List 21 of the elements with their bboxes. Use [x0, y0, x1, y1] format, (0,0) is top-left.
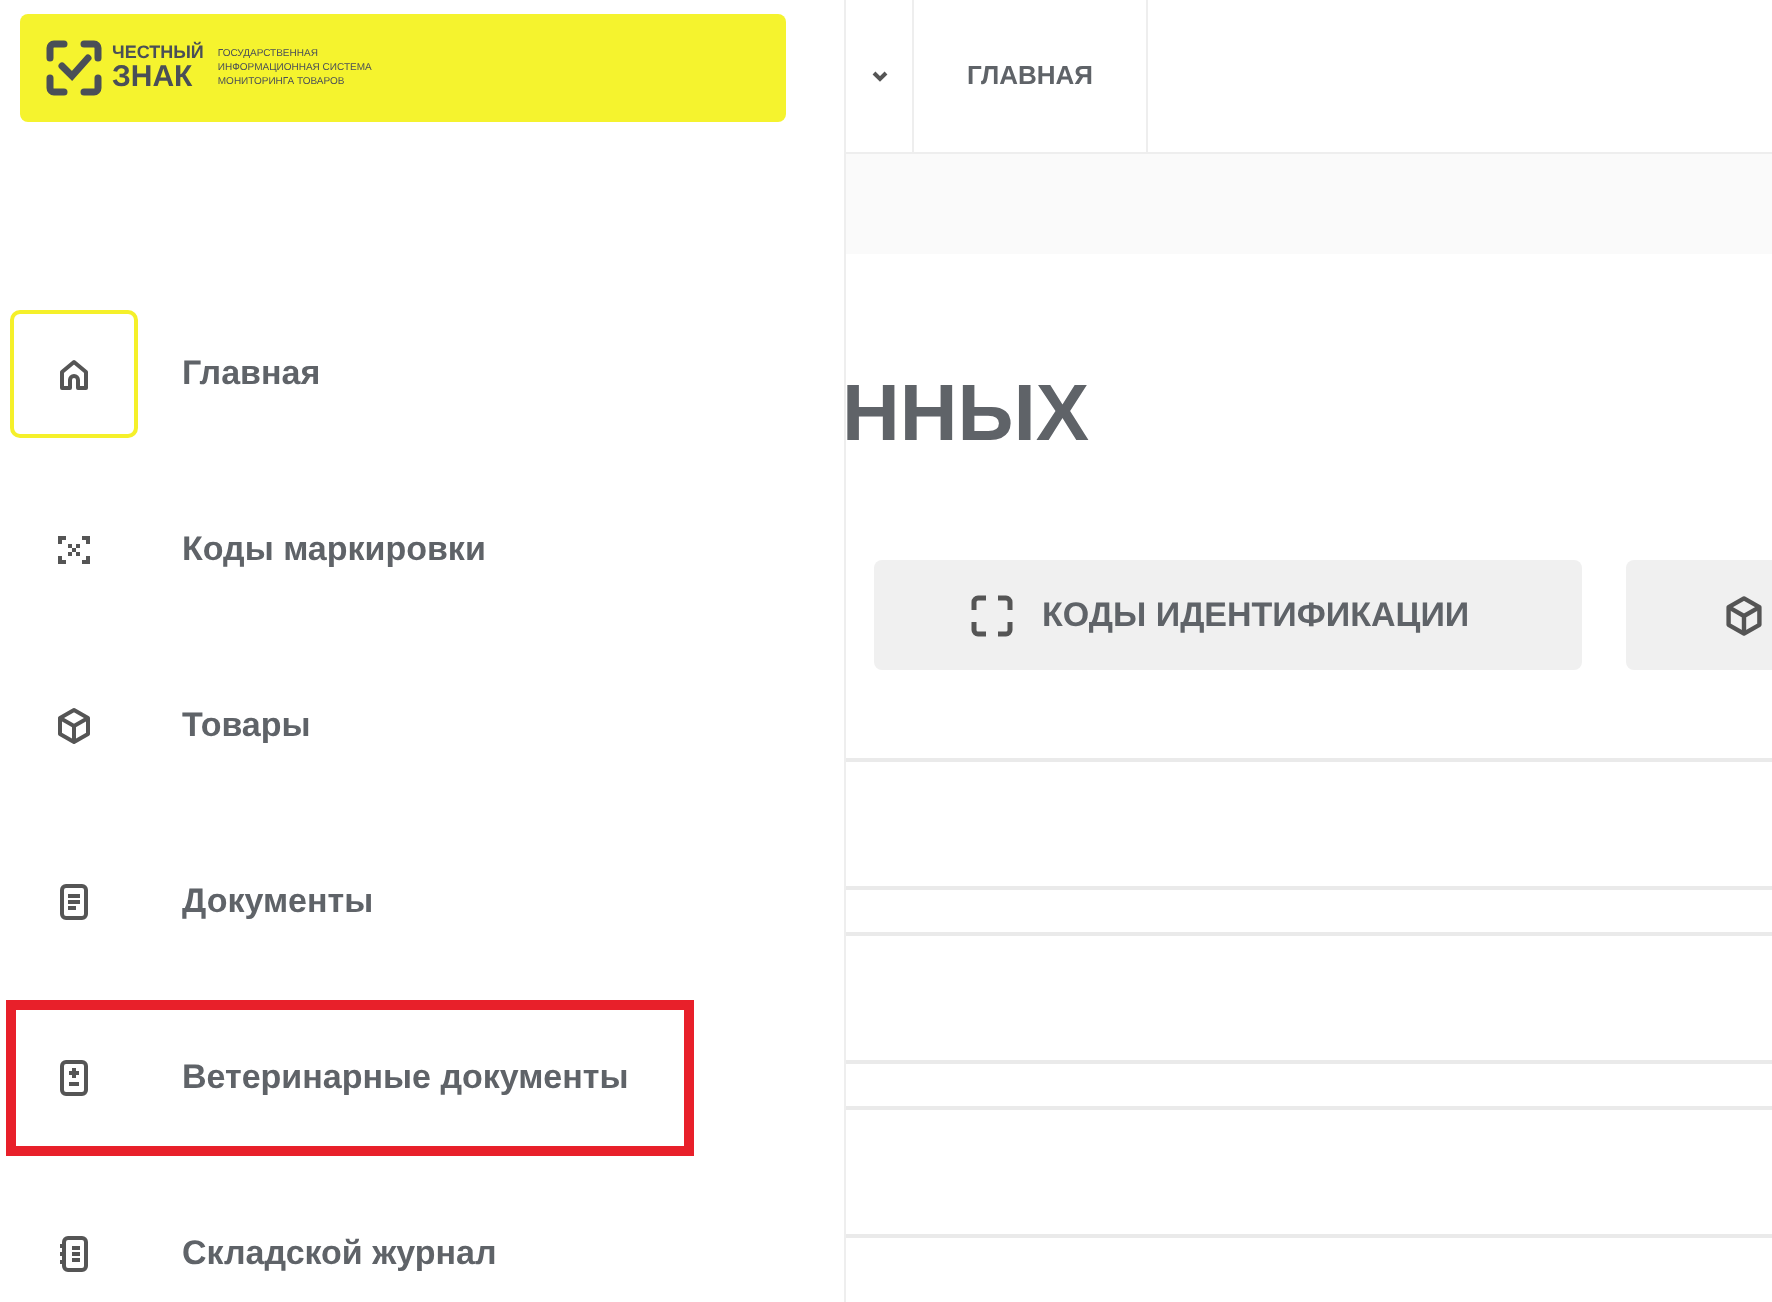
logo-wordmark-bottom: ЗНАК	[112, 62, 195, 92]
chevron-icon[interactable]	[871, 70, 887, 82]
sidebar-item[interactable]: Документы	[0, 838, 844, 966]
document-icon	[54, 882, 94, 922]
sidebar-item[interactable]: Коды маркировки	[0, 486, 844, 614]
home-icon	[54, 354, 94, 394]
category-button[interactable]: КОДЫ ИДЕНТИФИКАЦИИ	[874, 560, 1582, 670]
document-plus-minus-icon	[54, 1058, 94, 1098]
cube-icon	[54, 706, 94, 746]
scan-frame-icon	[970, 593, 1014, 637]
sidebar-item[interactable]: Ветеринарные документы	[0, 1014, 844, 1142]
logo-checkmark-icon	[46, 40, 102, 96]
cube-icon	[1722, 593, 1766, 637]
logo-wordmark-top: ЧЕСТНЫЙ	[112, 44, 204, 62]
page-heading: ННЫХ	[842, 374, 1092, 462]
notebook-icon	[54, 1234, 94, 1274]
sidebar-item[interactable]: Складской журнал	[0, 1190, 844, 1302]
nav-tab[interactable]: ГЛАВНАЯ	[914, 0, 1146, 152]
sidebar-item[interactable]: Главная	[0, 310, 844, 438]
scan-code-icon	[54, 530, 94, 570]
sidebar-item[interactable]: Товары	[0, 662, 844, 790]
